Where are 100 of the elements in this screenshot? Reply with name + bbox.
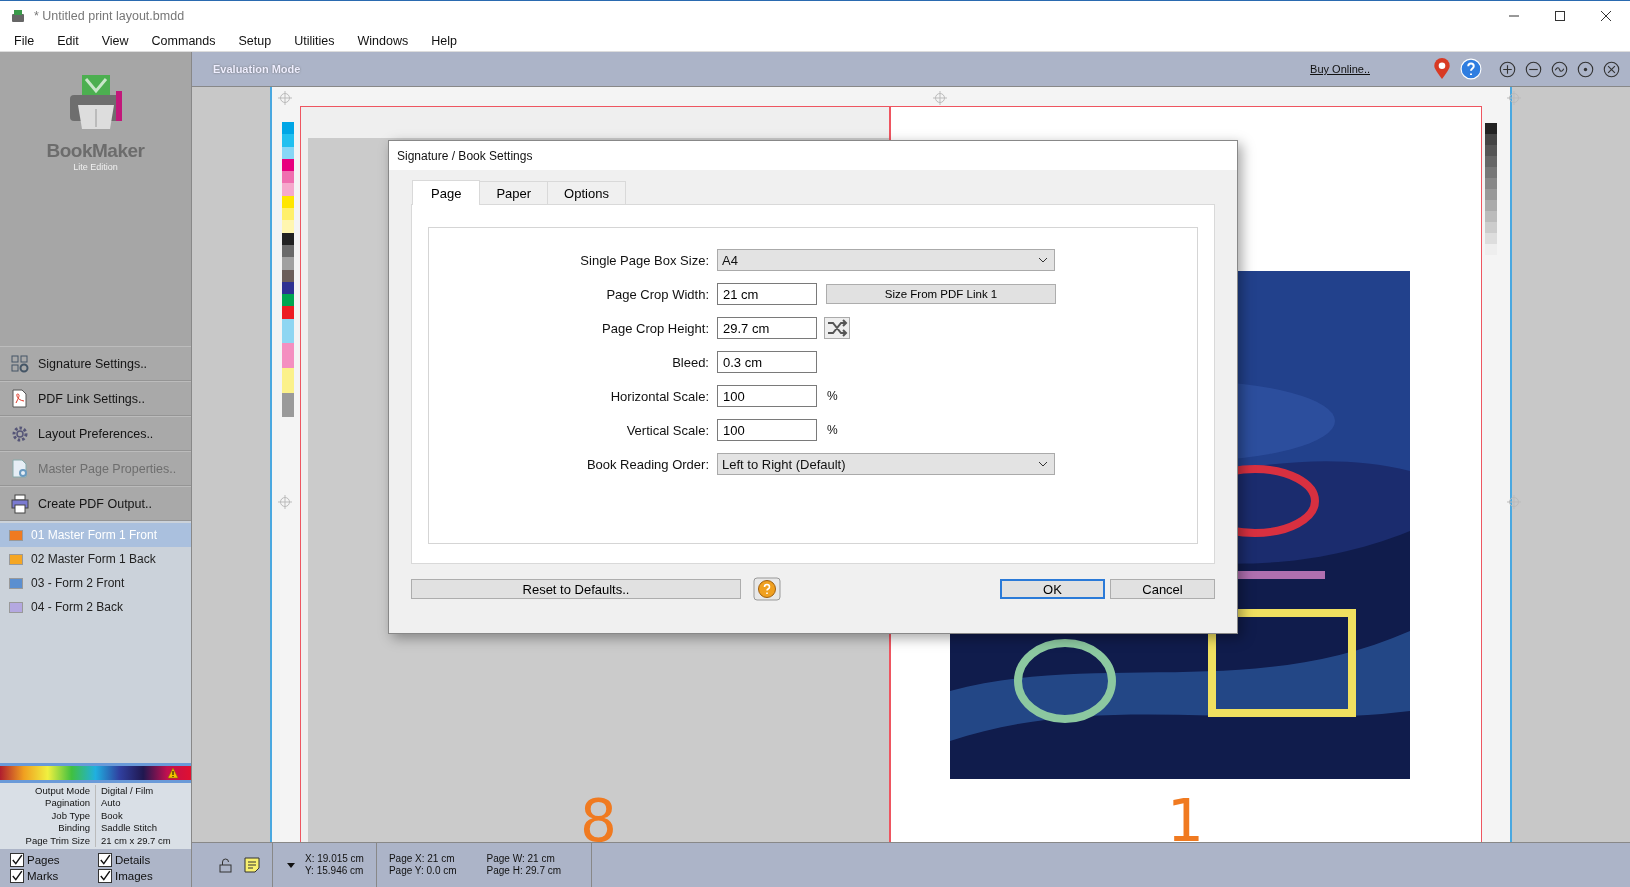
logo-name: BookMaker xyxy=(46,140,145,162)
field-label: Vertical Scale: xyxy=(625,422,710,438)
page-w: Page W: 21 cm xyxy=(486,853,556,865)
dropdown-value: A4 xyxy=(722,252,738,268)
info-value: 21 cm x 29.7 cm xyxy=(100,834,172,847)
zoom-out-icon[interactable] xyxy=(1525,60,1542,78)
info-value: Book xyxy=(100,809,124,822)
chevron-down-icon xyxy=(1038,461,1048,467)
grid-gear-icon xyxy=(10,353,30,374)
warning-icon xyxy=(167,766,179,779)
evaluation-mode-label: Evaluation Mode xyxy=(213,63,301,75)
page-x: Page X: 21 cm xyxy=(388,853,456,865)
info-value: Saddle Stitch xyxy=(100,822,158,835)
info-label: Page Trim Size xyxy=(0,834,96,847)
dropdown[interactable]: A4 xyxy=(717,249,1055,271)
zoom-in-icon[interactable] xyxy=(1499,60,1516,78)
field-label: Page Crop Height: xyxy=(601,320,710,336)
input-field[interactable]: 0.3 cm xyxy=(717,351,817,373)
checkbox[interactable] xyxy=(98,869,112,883)
document-gear-icon xyxy=(10,458,30,479)
cancel-button[interactable]: Cancel xyxy=(1110,579,1215,599)
registration-mark-icon xyxy=(278,495,292,509)
registration-mark-icon xyxy=(1507,495,1521,509)
page-h: Page H: 29.7 cm xyxy=(486,865,562,877)
registration-mark-icon xyxy=(1507,91,1521,105)
size-from-pdf-button[interactable]: Size From PDF Link 1 xyxy=(826,284,1056,304)
form-list-item[interactable]: 02 Master Form 1 Back xyxy=(0,547,191,571)
info-label: Binding xyxy=(0,822,96,835)
checkbox-label: Pages xyxy=(27,854,60,866)
zoom-fit-icon[interactable] xyxy=(1551,60,1568,78)
input-field[interactable]: 29.7 cm xyxy=(717,317,817,339)
unit-label: % xyxy=(827,423,838,437)
sidebar-action[interactable]: PDF Link Settings.. xyxy=(0,381,191,416)
form-label: 03 - Form 2 Front xyxy=(31,576,125,590)
checkbox[interactable] xyxy=(10,853,24,867)
window-title: * Untitled print layout.bmdd xyxy=(34,9,185,23)
dropdown-value: Left to Right (Default) xyxy=(722,456,846,472)
form-list-item[interactable]: 03 - Form 2 Front xyxy=(0,571,191,595)
sidebar-action[interactable]: Layout Preferences.. xyxy=(0,416,191,451)
zoom-actual-icon[interactable] xyxy=(1577,60,1594,78)
chevron-down-icon xyxy=(1038,257,1048,263)
checkbox-label: Marks xyxy=(27,870,59,882)
menu-item[interactable]: View xyxy=(92,34,138,48)
field-label: Page Crop Width: xyxy=(605,286,710,302)
tab[interactable]: Paper xyxy=(479,181,549,204)
buy-online-link[interactable]: Buy Online.. xyxy=(1310,63,1370,75)
field-label: Horizontal Scale: xyxy=(609,388,710,404)
page-number: 1 xyxy=(1167,792,1204,842)
unit-label: % xyxy=(827,389,838,403)
dropdown[interactable]: Left to Right (Default) xyxy=(717,453,1055,475)
tab[interactable]: Page xyxy=(412,180,481,205)
swap-icon[interactable] xyxy=(824,317,850,339)
checkbox[interactable] xyxy=(98,853,112,867)
page-number: 8 xyxy=(580,792,617,842)
info-label: Pagination xyxy=(0,797,96,810)
field-label: Book Reading Order: xyxy=(585,456,710,472)
menu-item[interactable]: Help xyxy=(422,34,466,48)
printer-icon xyxy=(10,493,30,514)
close-icon[interactable] xyxy=(1603,60,1620,78)
checkbox-label: Details xyxy=(115,854,151,866)
info-label: Job Type xyxy=(0,809,96,822)
menu-item[interactable]: Edit xyxy=(48,34,88,48)
form-label: 04 - Form 2 Back xyxy=(31,600,124,614)
field-label: Single Page Box Size: xyxy=(579,252,710,268)
close-icon[interactable] xyxy=(1600,10,1612,22)
sidebar-action[interactable]: Create PDF Output.. xyxy=(0,486,191,521)
cursor-x: X: 19.015 cm xyxy=(305,853,364,865)
dialog-title: Signature / Book Settings xyxy=(389,141,1237,170)
checkbox[interactable] xyxy=(10,869,24,883)
cursor-y: Y: 15.946 cm xyxy=(305,865,364,877)
reset-button[interactable]: Reset to Defaults.. xyxy=(411,579,741,599)
field-label: Bleed: xyxy=(671,354,710,370)
menu-item[interactable]: Commands xyxy=(142,34,225,48)
unlock-icon[interactable] xyxy=(218,857,234,873)
menu-item[interactable]: Setup xyxy=(229,34,281,48)
form-label: 02 Master Form 1 Back xyxy=(31,552,156,566)
form-list-item[interactable]: 04 - Form 2 Back xyxy=(0,595,191,619)
info-value: Digital / Film xyxy=(100,784,155,797)
form-label: 01 Master Form 1 Front xyxy=(31,528,158,542)
input-field[interactable]: 100 xyxy=(717,385,817,407)
tab[interactable]: Options xyxy=(547,181,626,204)
info-value: Auto xyxy=(100,797,122,810)
registration-mark-icon xyxy=(933,91,947,105)
logo-edition: Lite Edition xyxy=(73,162,118,172)
input-field[interactable]: 100 xyxy=(717,419,817,441)
maximize-icon[interactable] xyxy=(1554,10,1566,22)
sidebar-action[interactable]: Signature Settings.. xyxy=(0,346,191,381)
info-label: Output Mode xyxy=(0,784,96,797)
menu-item[interactable]: Windows xyxy=(348,34,418,48)
location-pin-icon[interactable] xyxy=(1431,58,1453,80)
input-field[interactable]: 21 cm xyxy=(717,283,817,305)
page-y: Page Y: 0.0 cm xyxy=(388,865,457,877)
caret-icon[interactable] xyxy=(287,862,295,868)
pdf-document-icon xyxy=(10,388,30,409)
help-icon[interactable] xyxy=(753,577,781,601)
menu-item[interactable]: Utilities xyxy=(285,34,344,48)
note-icon[interactable] xyxy=(244,857,260,873)
registration-mark-icon xyxy=(278,91,292,105)
menu-item[interactable]: File xyxy=(5,34,44,48)
ok-button[interactable]: OK xyxy=(1000,579,1105,599)
